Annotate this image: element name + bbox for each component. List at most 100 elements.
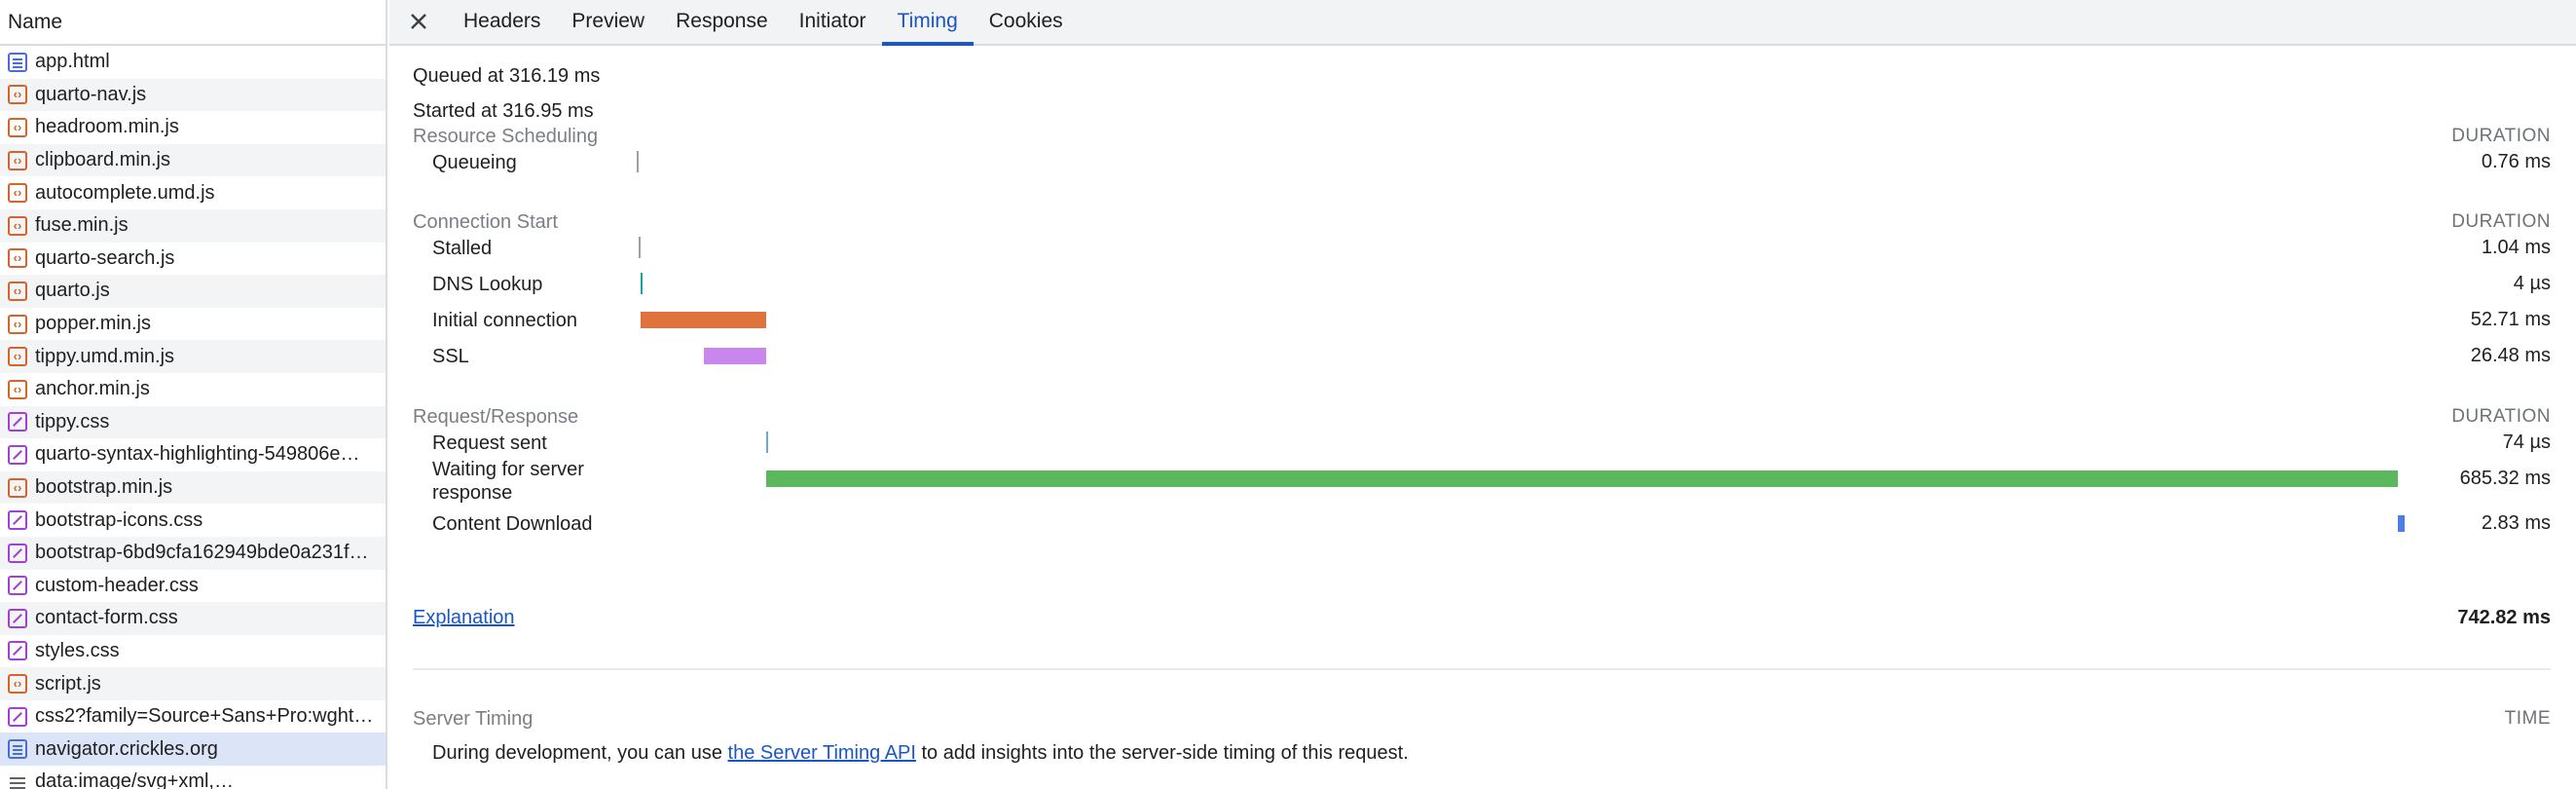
timing-row-value: 4 µs: [2513, 273, 2551, 294]
request-row[interactable]: custom-header.css: [0, 570, 386, 603]
request-name: quarto.js: [35, 280, 110, 302]
timing-row-label: SSL: [432, 346, 469, 367]
tab-cookies[interactable]: Cookies: [974, 0, 1079, 44]
request-name: popper.min.js: [35, 313, 151, 335]
request-name: fuse.min.js: [35, 214, 129, 237]
request-row[interactable]: app.html: [0, 46, 386, 79]
duration-heading: DURATION: [2451, 211, 2551, 232]
duration-heading: DURATION: [2451, 406, 2551, 427]
close-icon: [411, 13, 426, 29]
timing-row-label: Request sent: [432, 432, 547, 454]
explanation-link[interactable]: Explanation: [413, 607, 515, 629]
stylesheet-icon: [8, 706, 27, 727]
script-icon: [8, 183, 27, 204]
timing-row-label: Stalled: [432, 238, 493, 259]
script-icon: [8, 379, 27, 399]
request-row[interactable]: quarto-syntax-highlighting-549806e…: [0, 438, 386, 471]
timing-bar: [766, 470, 2398, 487]
request-name: custom-header.css: [35, 574, 199, 596]
request-row[interactable]: bootstrap-icons.css: [0, 504, 386, 537]
request-row[interactable]: tippy.css: [0, 405, 386, 439]
started-at-text: Started at 316.95 ms: [413, 100, 594, 122]
request-row[interactable]: css2?family=Source+Sans+Pro:wght…: [0, 700, 386, 733]
request-row[interactable]: popper.min.js: [0, 308, 386, 341]
request-row[interactable]: styles.css: [0, 635, 386, 668]
request-row[interactable]: fuse.min.js: [0, 208, 386, 243]
request-name: app.html: [35, 51, 110, 73]
script-icon: [8, 314, 27, 334]
divider: [413, 668, 2551, 670]
timing-row-value: 74 µs: [2502, 432, 2551, 453]
script-icon: [8, 281, 27, 301]
stylesheet-icon: [8, 641, 27, 661]
name-column-header[interactable]: Name: [0, 0, 386, 46]
request-row[interactable]: anchor.min.js: [0, 373, 386, 406]
other-icon: [8, 772, 27, 789]
close-button[interactable]: [389, 0, 448, 44]
timing-row-value: 2.83 ms: [2481, 512, 2551, 534]
request-list: Name app.html quarto-nav.js headroom.min.j…: [0, 0, 387, 789]
queued-at-text: Queued at 316.19 ms: [413, 65, 601, 87]
request-name: headroom.min.js: [35, 116, 179, 138]
script-icon: [8, 248, 27, 269]
timing-bar: [703, 348, 767, 364]
timing-bar: [638, 237, 641, 258]
stylesheet-icon: [8, 576, 27, 596]
server-timing-text-before: During development, you can use: [432, 742, 728, 764]
server-timing-api-link[interactable]: the Server Timing API: [728, 742, 916, 764]
request-row[interactable]: bootstrap-6bd9cfa162949bde0a231f…: [0, 536, 386, 570]
total-duration: 742.82 ms: [2457, 607, 2551, 628]
script-icon: [8, 347, 27, 367]
tab-response[interactable]: Response: [660, 0, 784, 44]
request-row[interactable]: quarto-search.js: [0, 243, 386, 276]
request-row[interactable]: navigator.crickles.org: [0, 733, 386, 767]
name-column-label: Name: [8, 10, 63, 33]
section-title: Resource Scheduling: [413, 126, 599, 147]
section-title: Connection Start: [413, 211, 558, 233]
request-row[interactable]: contact-form.css: [0, 602, 386, 635]
request-row[interactable]: tippy.umd.min.js: [0, 340, 386, 373]
server-timing-description: During development, you can use the Serv…: [432, 742, 1409, 765]
request-name: tippy.umd.min.js: [35, 345, 175, 367]
script-icon: [8, 674, 27, 695]
server-timing-title: Server Timing: [413, 708, 534, 730]
request-row[interactable]: headroom.min.js: [0, 111, 386, 144]
script-icon: [8, 150, 27, 170]
tabs: Headers Preview Response Initiator Timing Coo…: [448, 0, 1079, 46]
timing-row-label: Initial connection: [432, 310, 577, 331]
server-timing-time-heading: TIME: [2504, 708, 2551, 729]
stylesheet-icon: [8, 444, 27, 465]
timing-row-label: Content Download: [432, 513, 593, 535]
request-row[interactable]: bootstrap.min.js: [0, 470, 386, 505]
timing-row-label: Waiting for server response: [432, 459, 584, 504]
request-row[interactable]: quarto.js: [0, 275, 386, 308]
request-name: quarto-syntax-highlighting-549806e…: [35, 443, 360, 466]
section-title: Request/Response: [413, 406, 579, 428]
detail-tab-bar: Headers Preview Response Initiator Timing Coo…: [389, 0, 2576, 46]
tab-preview[interactable]: Preview: [556, 0, 660, 44]
stylesheet-icon: [8, 510, 27, 531]
timing-panel: Queued at 316.19 ms Started at 316.95 ms…: [389, 48, 2576, 789]
request-row[interactable]: quarto-nav.js: [0, 78, 386, 112]
tab-timing[interactable]: Timing: [881, 0, 975, 46]
script-icon: [8, 215, 27, 236]
tab-initiator[interactable]: Initiator: [784, 0, 882, 44]
request-name: quarto-search.js: [35, 246, 175, 269]
request-name: bootstrap-6bd9cfa162949bde0a231f…: [35, 542, 369, 564]
timing-row-value: 0.76 ms: [2481, 151, 2551, 172]
request-name: bootstrap-icons.css: [35, 508, 203, 531]
request-row[interactable]: data:image/svg+xml,…: [0, 766, 386, 789]
request-row[interactable]: clipboard.min.js: [0, 143, 386, 177]
request-name: contact-form.css: [35, 607, 178, 629]
request-name: quarto-nav.js: [35, 83, 147, 105]
request-name: css2?family=Source+Sans+Pro:wght…: [35, 705, 374, 728]
timing-bar: [641, 312, 767, 328]
request-name: anchor.min.js: [35, 378, 150, 400]
request-name: navigator.crickles.org: [35, 737, 218, 760]
timing-row-value: 685.32 ms: [2459, 468, 2551, 489]
tab-headers[interactable]: Headers: [448, 0, 556, 44]
request-row[interactable]: autocomplete.umd.js: [0, 176, 386, 209]
stylesheet-icon: [8, 412, 27, 432]
server-timing-text-after: to add insights into the server-side tim…: [915, 742, 1409, 764]
request-row[interactable]: script.js: [0, 667, 386, 700]
